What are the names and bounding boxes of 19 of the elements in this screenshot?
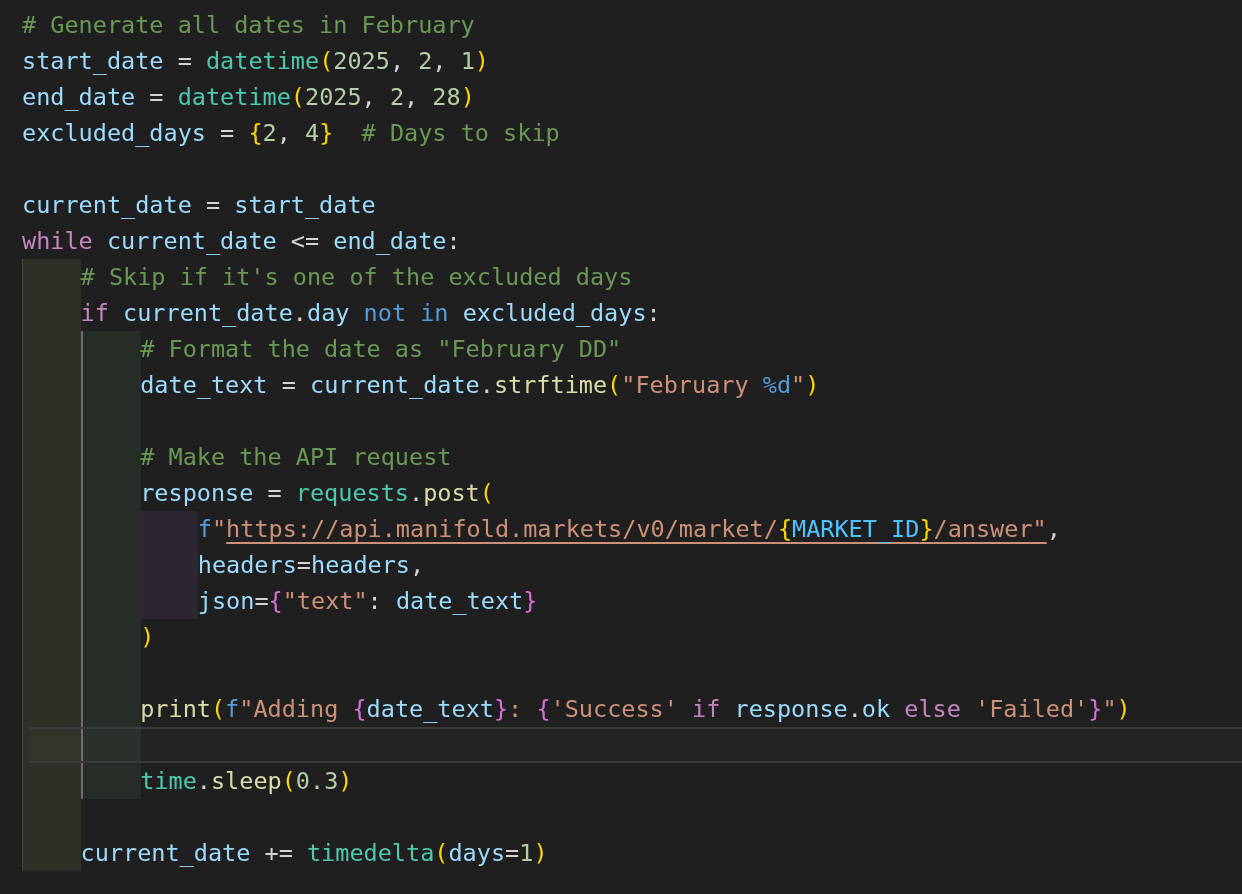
code-line: headers=headers, xyxy=(197,550,426,581)
code-line: json={"text": date_text} xyxy=(197,586,539,617)
code-line: # Generate all dates in February xyxy=(22,10,476,41)
code-line: start_date = datetime(2025, 2, 1) xyxy=(22,46,490,77)
code-line: date_text = current_date.strftime("February %d") xyxy=(140,370,821,401)
code-line: f"https://api.manifold.markets/v0/market/{MARKET_ID}/answer", xyxy=(197,514,1062,545)
code-line: current_date = start_date xyxy=(22,190,377,221)
code-line: print(f"Adding {date_text}: {'Success' if response.ok else 'Failed'}") xyxy=(140,694,1132,725)
code-line: # Skip if it's one of the excluded days xyxy=(80,262,634,293)
code-line: response = requests.post( xyxy=(140,478,495,509)
code-line: end_date = datetime(2025, 2, 28) xyxy=(22,82,476,113)
code-line: if current_date.day not in excluded_days: xyxy=(80,298,662,329)
code-line: excluded_days = {2, 4} # Days to skip xyxy=(22,118,561,149)
code-line: ) xyxy=(140,622,156,653)
code-line: # Make the API request xyxy=(140,442,453,473)
code-line: while current_date <= end_date: xyxy=(22,226,462,257)
code-line: current_date += timedelta(days=1) xyxy=(80,838,549,869)
code-line: # Format the date as "February DD" xyxy=(140,334,623,365)
code-line: time.sleep(0.3) xyxy=(140,766,354,797)
